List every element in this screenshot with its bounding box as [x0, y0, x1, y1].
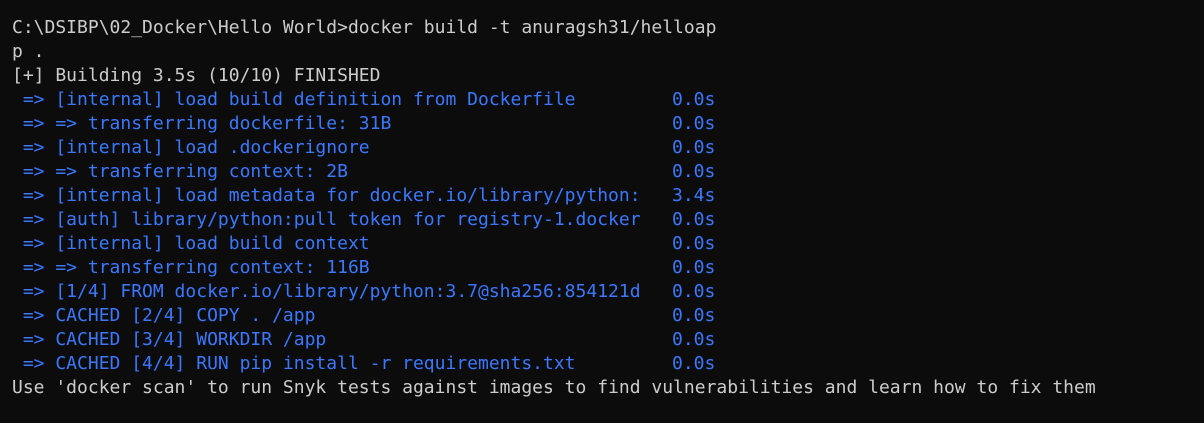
step-description: => [auth] library/python:pull token for … — [12, 209, 641, 230]
command-line: C:\DSIBP\02_Docker\Hello World>docker bu… — [12, 17, 717, 38]
step-description: => CACHED [4/4] RUN pip install -r requi… — [12, 353, 576, 374]
step-description: => [internal] load metadata for docker.i… — [12, 185, 641, 206]
build-step: => CACHED [2/4] COPY . /app 0.0s — [12, 304, 1204, 328]
build-step: => => transferring dockerfile: 31B 0.0s — [12, 112, 1204, 136]
build-step: => => transferring context: 2B 0.0s — [12, 160, 1204, 184]
command-line-wrap: p . — [12, 41, 45, 62]
step-description: => [internal] load .dockerignore — [12, 137, 370, 158]
step-description: => [internal] load build context — [12, 233, 370, 254]
step-description: => [internal] load build definition from… — [12, 89, 576, 110]
step-description: => => transferring context: 2B — [12, 161, 348, 182]
step-description: => [1/4] FROM docker.io/library/python:3… — [12, 281, 641, 302]
terminal-window[interactable]: C:\DSIBP\02_Docker\Hello World>docker bu… — [0, 0, 1204, 423]
step-description: => => transferring context: 116B — [12, 257, 370, 278]
step-duration: 3.4s — [672, 185, 716, 206]
step-duration: 0.0s — [672, 281, 716, 302]
step-description: => => transferring dockerfile: 31B — [12, 113, 392, 134]
step-duration: 0.0s — [672, 329, 716, 350]
step-duration: 0.0s — [672, 113, 716, 134]
build-status: [+] Building 3.5s (10/10) FINISHED — [12, 65, 381, 86]
build-step: => CACHED [3/4] WORKDIR /app 0.0s — [12, 328, 1204, 352]
step-duration: 0.0s — [672, 257, 716, 278]
step-description: => CACHED [3/4] WORKDIR /app — [12, 329, 327, 350]
step-description: => CACHED [2/4] COPY . /app — [12, 305, 316, 326]
build-step: => CACHED [4/4] RUN pip install -r requi… — [12, 352, 1204, 376]
snyk-hint: Use 'docker scan' to run Snyk tests agai… — [12, 377, 1096, 398]
build-step: => [internal] load .dockerignore 0.0s — [12, 136, 1204, 160]
step-duration: 0.0s — [672, 209, 716, 230]
build-step: => [1/4] FROM docker.io/library/python:3… — [12, 280, 1204, 304]
build-step: => [internal] load build definition from… — [12, 88, 1204, 112]
build-step: => [auth] library/python:pull token for … — [12, 208, 1204, 232]
step-duration: 0.0s — [672, 137, 716, 158]
step-duration: 0.0s — [672, 161, 716, 182]
step-duration: 0.0s — [672, 233, 716, 254]
build-step: => => transferring context: 116B 0.0s — [12, 256, 1204, 280]
step-duration: 0.0s — [672, 353, 716, 374]
step-duration: 0.0s — [672, 89, 716, 110]
build-step: => [internal] load build context 0.0s — [12, 232, 1204, 256]
build-step: => [internal] load metadata for docker.i… — [12, 184, 1204, 208]
step-duration: 0.0s — [672, 305, 716, 326]
